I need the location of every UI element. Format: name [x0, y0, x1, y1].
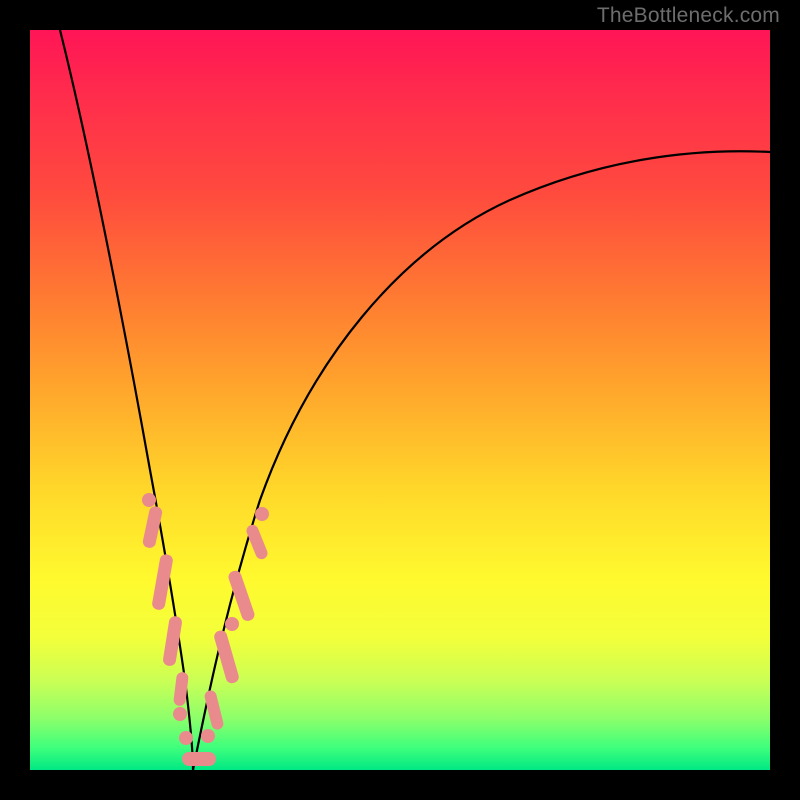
marker-seg-right-4	[245, 523, 270, 561]
marker-dot-left-top	[142, 493, 156, 507]
curve-right-branch	[193, 151, 770, 770]
curve-canvas	[30, 30, 770, 770]
marker-dot-right-a	[201, 729, 215, 743]
chart-frame: TheBottleneck.com	[0, 0, 800, 800]
marker-seg-right-1	[203, 689, 224, 731]
marker-dot-right-top	[255, 507, 269, 521]
plot-area	[30, 30, 770, 770]
marker-dot-left-a	[173, 707, 187, 721]
watermark-text: TheBottleneck.com	[597, 4, 780, 28]
marker-dot-left-b	[179, 731, 193, 745]
marker-seg-bottom	[182, 752, 216, 766]
marker-dot-right-mid	[225, 617, 239, 631]
